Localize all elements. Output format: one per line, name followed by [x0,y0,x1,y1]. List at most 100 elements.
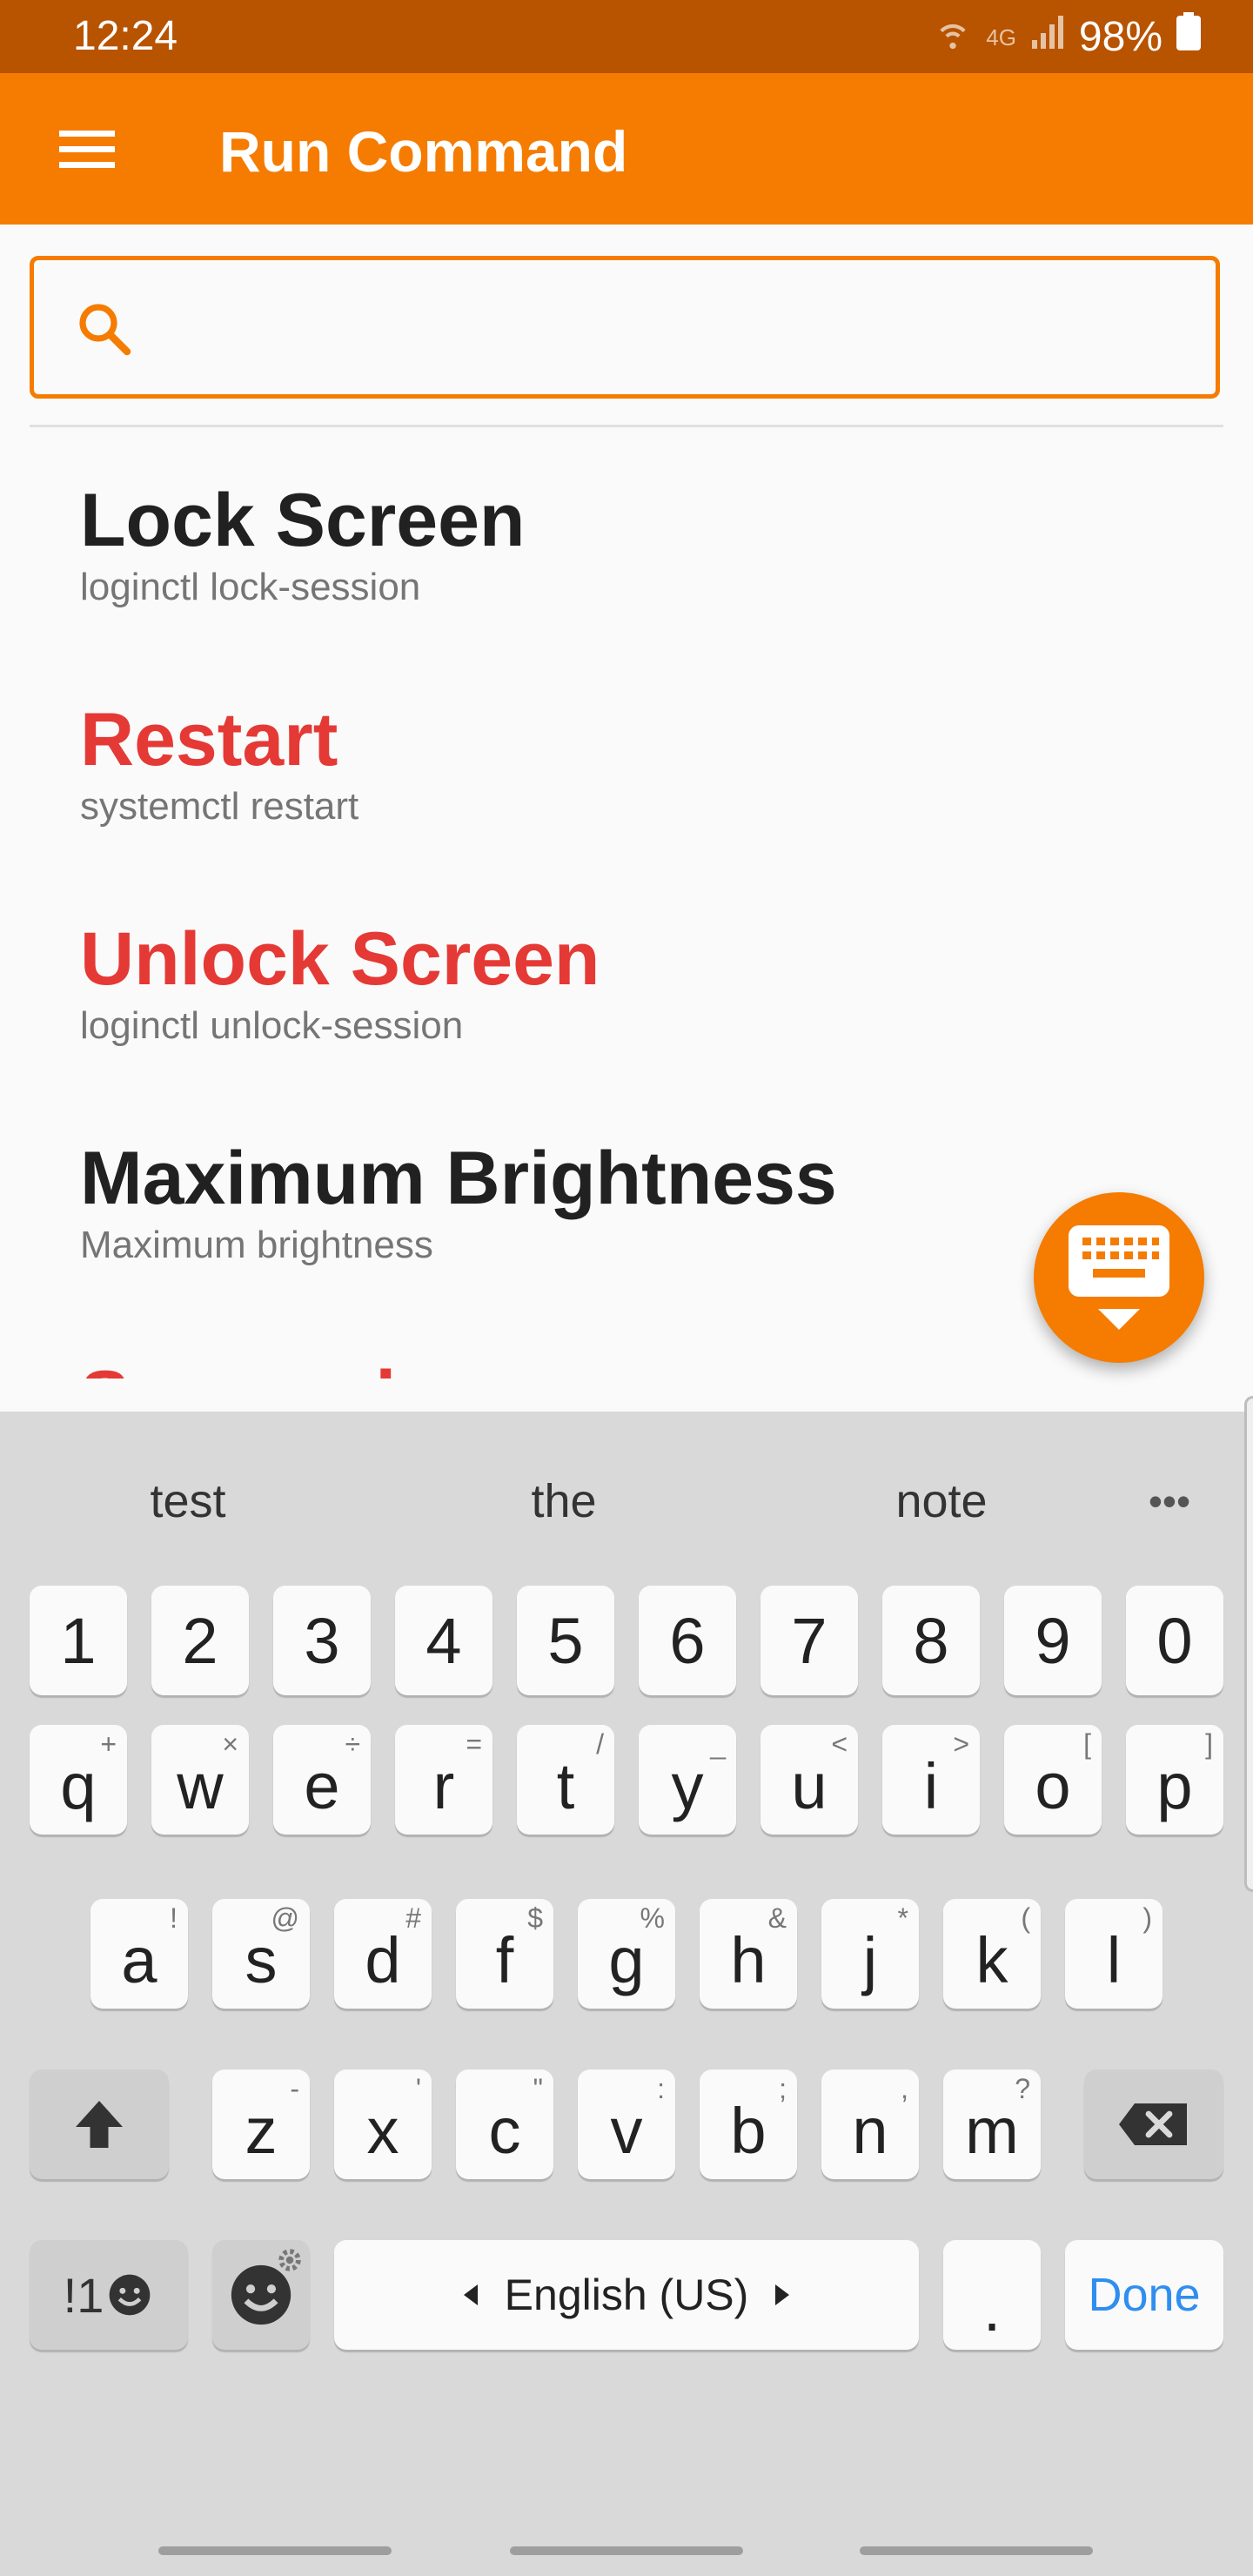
key-hint: ( [1021,1902,1030,1934]
key-7[interactable]: 7 [761,1586,858,1695]
key-j[interactable]: * j [821,1899,919,2009]
key-g[interactable]: % g [578,1899,675,2009]
key-hint: ; [779,2073,787,2104]
suggestion-1[interactable]: test [40,1471,336,1532]
key-e[interactable]: ÷ e [273,1725,371,1835]
key-hint: [ [1083,1728,1091,1760]
command-title: Restart [80,698,338,782]
status-bar: 12:24 4G 98% [0,0,1253,73]
key-label: i [923,1749,939,1822]
key-0[interactable]: 0 [1126,1586,1223,1695]
command-item-lock-screen[interactable]: Lock Screen loginctl lock-session [80,477,525,611]
command-title: Maximum Brightness [80,1137,837,1220]
key-label: t [556,1749,575,1822]
key-label: k [975,1923,1008,1996]
key-label: j [862,1923,878,1996]
key-hint: ) [1142,1902,1152,1934]
done-key[interactable]: Done [1065,2240,1223,2350]
key-label: c [488,2094,521,2167]
key-i[interactable]: > i [882,1725,980,1835]
command-item-partial-wrap: Suspend [0,1340,1253,1379]
key-b[interactable]: ; b [700,2070,797,2179]
command-item-suspend[interactable]: Suspend [80,1354,396,1379]
key-y[interactable]: _ y [639,1725,736,1835]
symbols-label: !1 [63,2267,104,2323]
key-c[interactable]: " c [456,2070,553,2179]
command-subtitle: systemctl restart [80,785,359,828]
key-6[interactable]: 6 [639,1586,736,1695]
shift-key[interactable] [30,2070,169,2179]
key-label: m [965,2094,1019,2167]
period-key[interactable]: . [943,2240,1041,2350]
divider [30,425,1223,427]
key-p[interactable]: ] p [1126,1725,1223,1835]
command-item-maximum-brightness[interactable]: Maximum Brightness Maximum brightness [80,1135,837,1269]
key-hint: ' [415,2073,421,2104]
key-label: 1 [60,1604,97,1677]
keyboard-side-handle[interactable] [1244,1396,1253,1892]
key-label: 6 [669,1604,706,1677]
key-hint: - [290,2073,299,2104]
key-l[interactable]: ) l [1065,1899,1163,2009]
command-subtitle: loginctl unlock-session [80,1004,464,1047]
status-indicators: 4G 98% [934,12,1201,62]
key-h[interactable]: & h [700,1899,797,2009]
key-w[interactable]: × w [151,1725,249,1835]
key-k[interactable]: (k [943,1899,1041,2009]
command-subtitle: loginctl lock-session [80,566,421,608]
key-hint: > [953,1728,969,1760]
key-8[interactable]: 8 [882,1586,980,1695]
done-label: Done [1088,2269,1201,2321]
symbols-key[interactable]: !1 [30,2240,188,2350]
key-m[interactable]: ? m [943,2070,1041,2179]
battery-percent: 98% [1078,13,1163,60]
suggestion-2[interactable]: the [416,1471,712,1532]
menu-button[interactable] [45,108,129,191]
key-s[interactable]: @ s [212,1899,310,2009]
emoji-key[interactable] [212,2240,310,2350]
key-d[interactable]: # d [334,1899,432,2009]
keyboard-toggle-button[interactable] [1034,1192,1204,1363]
key-hint: + [100,1728,117,1760]
key-label: b [730,2094,767,2167]
key-z[interactable]: -z [212,2070,310,2179]
key-1[interactable]: 1 [30,1586,127,1695]
wifi-calling-icon [934,12,972,62]
key-hint: % [640,1902,665,1934]
suggestion-3[interactable]: note [794,1471,1089,1532]
key-4[interactable]: 4 [395,1586,492,1695]
key-label: w [177,1749,224,1822]
key-3[interactable]: 3 [273,1586,371,1695]
command-item-unlock-screen[interactable]: Unlock Screen loginctl unlock-session [80,916,600,1050]
key-u[interactable]: < u [761,1725,858,1835]
nav-indicator-right [860,2546,1093,2555]
key-hint: / [596,1728,604,1760]
key-label: n [852,2094,888,2167]
hamburger-menu-icon [59,131,115,168]
more-horizontal-icon[interactable]: ••• [1135,1471,1204,1532]
key-label: f [495,1923,514,1996]
key-9[interactable]: 9 [1004,1586,1102,1695]
command-item-restart[interactable]: Restart systemctl restart [80,696,358,830]
key-t[interactable]: / t [517,1725,614,1835]
space-key[interactable]: English (US) [334,2240,919,2350]
key-a[interactable]: ! a [90,1899,188,2009]
search-input[interactable] [30,256,1220,399]
key-label: 2 [182,1604,218,1677]
key-x[interactable]: ' x [334,2070,432,2179]
key-n[interactable]: ,n [821,2070,919,2179]
key-label: v [610,2094,643,2167]
key-5[interactable]: 5 [517,1586,614,1695]
key-label: e [304,1749,340,1822]
key-hint: : [657,2073,665,2104]
key-o[interactable]: [o [1004,1725,1102,1835]
backspace-key[interactable] [1084,2070,1223,2179]
key-hint: = [466,1728,482,1760]
key-2[interactable]: 2 [151,1586,249,1695]
key-f[interactable]: $ f [456,1899,553,2009]
command-subtitle: Maximum brightness [80,1224,433,1266]
key-v[interactable]: :v [578,2070,675,2179]
key-r[interactable]: = r [395,1725,492,1835]
key-label: 4 [425,1604,462,1677]
key-q[interactable]: + q [30,1725,127,1835]
